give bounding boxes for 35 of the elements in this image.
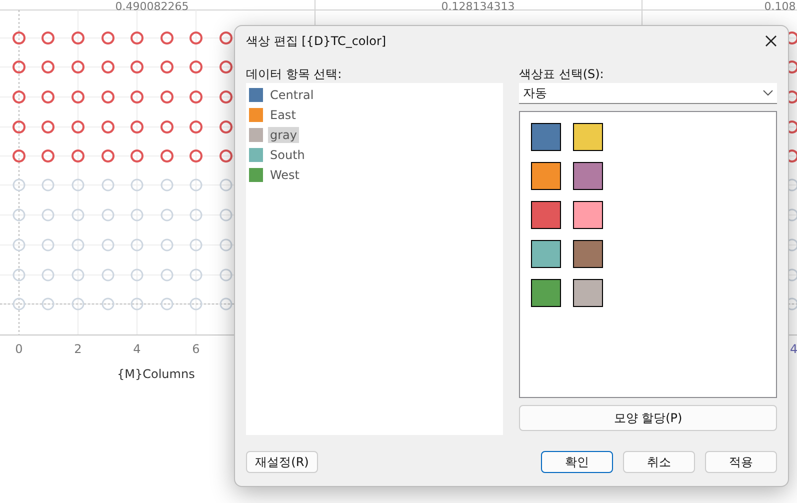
header-value: 0.490082265 xyxy=(115,1,189,13)
palette-swatch[interactable] xyxy=(573,240,603,268)
dialog-button[interactable]: 취소 xyxy=(623,451,695,473)
assign-shape-button[interactable]: 모양 할당(P) xyxy=(519,405,777,431)
data-item[interactable]: Central xyxy=(268,87,316,103)
dialog-button[interactable]: 적용 xyxy=(705,451,777,473)
dialog-title: 색상 편집 [{D}TC_color] xyxy=(246,32,386,50)
header-value: 0.108 xyxy=(764,1,796,13)
palette-swatch[interactable] xyxy=(531,201,561,229)
data-items-label: 데이터 항목 선택: xyxy=(246,66,343,82)
reset-button[interactable]: 재설정(R) xyxy=(246,451,318,473)
palette-swatch[interactable] xyxy=(573,123,603,151)
chevron-down-icon xyxy=(763,90,773,96)
palette-swatch[interactable] xyxy=(573,279,603,307)
palette-swatch[interactable] xyxy=(573,162,603,190)
axis-tick-label: 4 xyxy=(133,342,141,356)
close-icon[interactable] xyxy=(765,35,777,47)
palette-label: 색상표 선택(S): xyxy=(519,66,605,82)
palette-dropdown[interactable]: 자동 xyxy=(519,83,777,104)
palette-swatch[interactable] xyxy=(531,279,561,307)
axis-tick-label: 2 xyxy=(74,342,82,356)
header-value: 0.128134313 xyxy=(441,1,515,13)
palette-swatch[interactable] xyxy=(531,162,561,190)
data-item[interactable]: East xyxy=(268,107,298,123)
data-item[interactable]: West xyxy=(268,167,302,183)
axis-title: {M}Columns xyxy=(117,367,195,381)
axis-tick-label: 4 xyxy=(790,342,797,356)
data-item[interactable]: South xyxy=(268,147,307,163)
axis-tick-label: 6 xyxy=(192,342,200,356)
palette-swatch[interactable] xyxy=(531,240,561,268)
palette-swatch[interactable] xyxy=(531,123,561,151)
palette-swatch[interactable] xyxy=(573,201,603,229)
axis-tick-label: 0 xyxy=(15,342,23,356)
dialog-button[interactable]: 확인 xyxy=(541,451,613,473)
data-item[interactable]: gray xyxy=(268,127,300,143)
